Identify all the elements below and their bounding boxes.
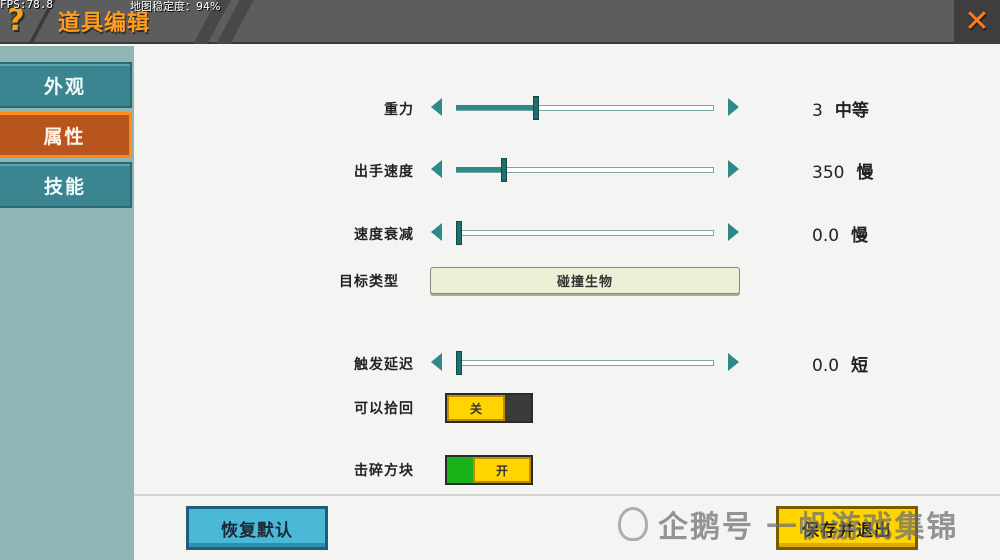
slider-fill xyxy=(456,167,501,172)
break-blocks-toggle[interactable]: 开 xyxy=(445,455,533,485)
slider-thumb[interactable] xyxy=(501,158,507,182)
toggle-label-pickup: 可以拾回 xyxy=(354,401,414,417)
slider-thumb[interactable] xyxy=(533,96,539,120)
close-button[interactable]: ✕ xyxy=(954,0,1000,44)
triangle-right-icon[interactable] xyxy=(728,160,739,178)
slider-label: 速度衰减 xyxy=(354,227,414,243)
tab-label: 属性 xyxy=(43,125,86,148)
page-title: 道具编辑 xyxy=(58,11,151,36)
fps-counter: FPS:78.8 xyxy=(0,0,53,11)
slider-thumb[interactable] xyxy=(456,351,462,375)
toggle-knob: 开 xyxy=(473,457,531,483)
triangle-right-icon[interactable] xyxy=(728,98,739,116)
close-x-icon: ✕ xyxy=(964,4,990,39)
toggle-label-break-blocks: 击碎方块 xyxy=(354,463,414,479)
save-and-exit-button[interactable]: 保存并退出 xyxy=(776,506,918,550)
slider-value-number: 0.0 xyxy=(812,226,840,246)
attributes-panel: 重力 3 中等 出手速度 350 慢 速度衰减 0.0 慢 目标类型 碰撞生物 触发延… xyxy=(134,46,1000,560)
slider-value: 3 中等 xyxy=(812,96,869,121)
pickup-toggle[interactable]: 关 xyxy=(445,393,533,423)
penguin-logo-icon xyxy=(618,507,648,541)
slider-value: 350 慢 xyxy=(812,158,873,183)
tab-label: 外观 xyxy=(43,75,86,98)
triangle-left-icon[interactable] xyxy=(431,160,442,178)
slider-label: 重力 xyxy=(384,102,414,118)
target-type-label: 目标类型 xyxy=(339,274,399,290)
slider-label: 触发延迟 xyxy=(354,357,414,373)
reset-default-button[interactable]: 恢复默认 xyxy=(186,506,328,550)
slider-track[interactable] xyxy=(456,230,714,236)
triangle-left-icon[interactable] xyxy=(431,353,442,371)
tab-skills[interactable]: 技能 xyxy=(0,162,132,208)
slider-value-number: 0.0 xyxy=(812,356,840,376)
triangle-right-icon[interactable] xyxy=(728,353,739,371)
tab-attributes[interactable]: 属性 xyxy=(0,112,132,158)
triangle-right-icon[interactable] xyxy=(728,223,739,241)
sidebar: 外观 属性 技能 xyxy=(0,46,134,560)
slider-value: 0.0 短 xyxy=(812,351,868,376)
slider-track[interactable] xyxy=(456,360,714,366)
slider-value-word: 慢 xyxy=(856,163,874,183)
tab-label: 技能 xyxy=(43,175,86,198)
title-bar: ? FPS:78.8 地图稳定度：94% 道具编辑 ✕ xyxy=(0,0,1000,44)
slider-value-number: 3 xyxy=(812,101,823,121)
slider-value-word: 慢 xyxy=(851,226,869,246)
slider-fill xyxy=(456,105,533,110)
slider-thumb[interactable] xyxy=(456,221,462,245)
slider-label: 出手速度 xyxy=(354,164,414,180)
slider-value-word: 中等 xyxy=(834,101,869,121)
slider-value-word: 短 xyxy=(851,356,869,376)
triangle-left-icon[interactable] xyxy=(431,223,442,241)
slider-value: 0.0 慢 xyxy=(812,221,868,246)
toggle-on-segment xyxy=(447,457,475,483)
target-type-select[interactable]: 碰撞生物 xyxy=(430,267,740,294)
toggle-knob: 关 xyxy=(447,395,505,421)
slider-value-number: 350 xyxy=(812,163,845,183)
tab-appearance[interactable]: 外观 xyxy=(0,62,132,108)
triangle-left-icon[interactable] xyxy=(431,98,442,116)
footer-divider xyxy=(134,494,1000,496)
